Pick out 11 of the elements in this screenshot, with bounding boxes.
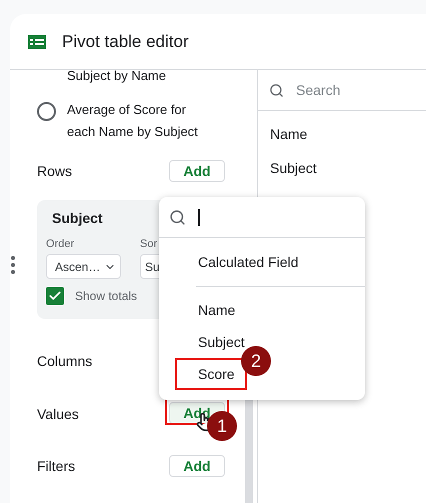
suggestion-text: Subject by Name [67, 70, 166, 84]
section-label: Columns [37, 352, 92, 370]
order-label: Order [46, 237, 76, 251]
sort-label: Sor [140, 237, 158, 251]
section-label: Values [37, 404, 79, 424]
field-name: Subject [52, 209, 103, 228]
panel-title: Pivot table editor [62, 30, 189, 53]
section-label: Rows [37, 162, 72, 180]
suggestion-text: Average of Score for each Name by Subject [67, 101, 199, 141]
checkbox-label: Show totals [75, 288, 138, 305]
section-label: Filters [37, 456, 76, 476]
